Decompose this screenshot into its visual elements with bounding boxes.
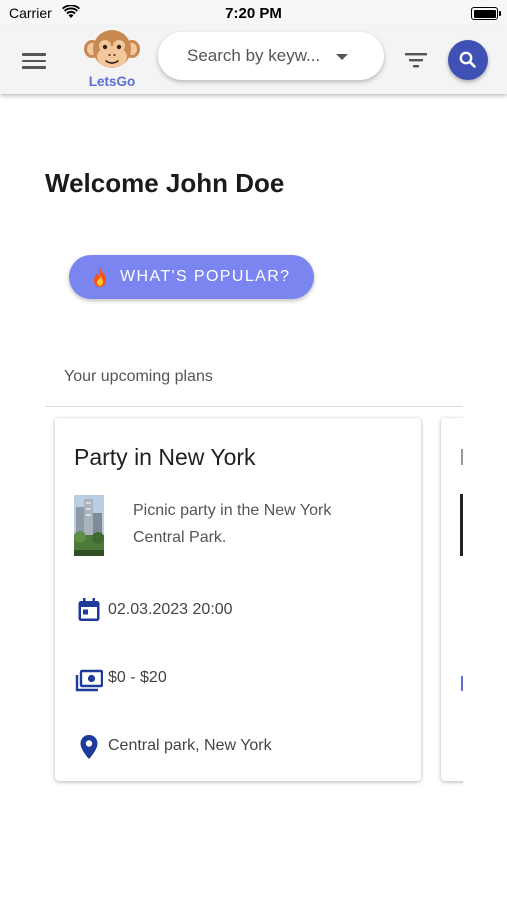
dropdown-caret-icon — [336, 54, 348, 60]
money-icon — [75, 669, 103, 692]
plan-title: Party in New York — [74, 444, 256, 470]
upcoming-plans-label: Your upcoming plans — [64, 368, 213, 385]
search-icon — [459, 51, 476, 68]
fire-icon — [94, 267, 106, 287]
whats-popular-label: WHAT'S POPULAR? — [120, 268, 291, 285]
whats-popular-button[interactable]: WHAT'S POPULAR? — [69, 255, 314, 299]
calendar-icon — [78, 598, 100, 621]
monkey-logo-icon — [84, 30, 140, 68]
plan-image — [74, 495, 104, 556]
status-bar: Carrier 7:20 PM — [0, 0, 507, 26]
search-button[interactable] — [448, 40, 488, 80]
plan-location: Central park, New York — [108, 737, 272, 754]
plan-description: Picnic party in the New York Central Par… — [133, 502, 332, 546]
plan-card[interactable]: Party in New York Picnic party in the Ne… — [55, 418, 421, 781]
logo[interactable]: LetsGo — [80, 27, 144, 93]
logo-text: LetsGo — [88, 74, 136, 89]
welcome-heading: Welcome John Doe — [45, 168, 285, 198]
plan-price: $0 - $20 — [108, 669, 167, 686]
app-bar: LetsGo Search by keyw... — [0, 26, 507, 94]
status-time: 7:20 PM — [225, 5, 282, 22]
menu-icon[interactable] — [22, 50, 48, 70]
battery-icon — [471, 7, 501, 20]
plan-datetime: 02.03.2023 20:00 — [108, 601, 233, 618]
filter-icon[interactable] — [404, 50, 428, 70]
search-keyword-dropdown[interactable]: Search by keyw... — [158, 32, 384, 80]
section-divider — [45, 406, 463, 407]
location-pin-icon — [80, 735, 98, 759]
search-placeholder: Search by keyw... — [187, 46, 321, 65]
list-viewport-edge — [463, 400, 507, 800]
